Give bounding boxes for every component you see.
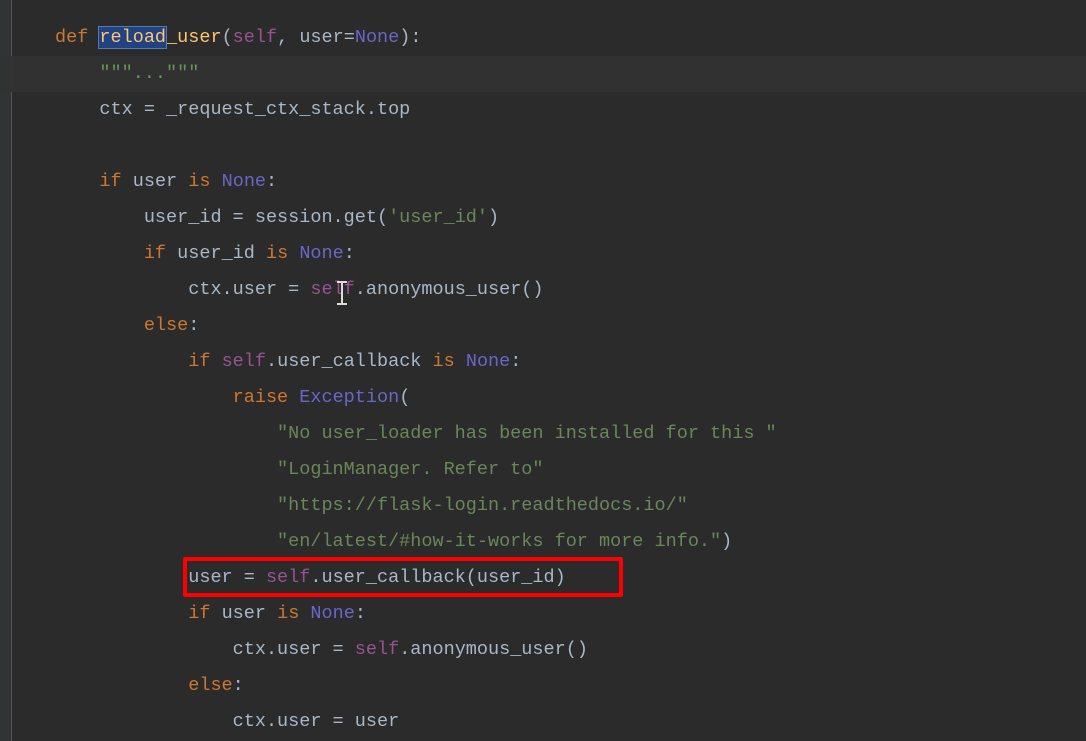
code-line[interactable]: user_id = session.get('user_id')	[0, 200, 1086, 236]
code-line[interactable]: def reload_user(self, user=None):	[0, 20, 1086, 56]
code-line-current[interactable]: """..."""	[0, 56, 1086, 92]
code-line[interactable]: else:	[0, 308, 1086, 344]
code-area[interactable]: def reload_user(self, user=None): """...…	[0, 20, 1086, 740]
function-name-selected[interactable]: reload	[99, 27, 166, 48]
code-line[interactable]: ctx.user = self.anonymous_user()	[0, 272, 1086, 308]
code-line[interactable]: ctx = _request_ctx_stack.top	[0, 92, 1086, 128]
code-line[interactable]: ctx.user = self.anonymous_user()	[0, 632, 1086, 668]
code-editor[interactable]: def reload_user(self, user=None): """...…	[0, 0, 1086, 741]
code-line[interactable]: if self.user_callback is None:	[0, 344, 1086, 380]
code-line[interactable]: user = self.user_callback(user_id)	[0, 560, 1086, 596]
keyword-def: def	[55, 27, 88, 48]
code-line[interactable]: raise Exception(	[0, 380, 1086, 416]
docstring: """..."""	[99, 63, 199, 84]
code-line[interactable]: "No user_loader has been installed for t…	[0, 416, 1086, 452]
code-line[interactable]: if user is None:	[0, 596, 1086, 632]
param-self: self	[233, 27, 277, 48]
code-line[interactable]: else:	[0, 668, 1086, 704]
code-line[interactable]: ctx.user = user	[0, 704, 1086, 740]
code-line[interactable]: if user_id is None:	[0, 236, 1086, 272]
code-line[interactable]: if user is None:	[0, 164, 1086, 200]
code-line[interactable]: "en/latest/#how-it-works for more info."…	[0, 524, 1086, 560]
function-name: _user	[166, 27, 222, 48]
code-line[interactable]: "LoginManager. Refer to"	[0, 452, 1086, 488]
code-line[interactable]	[0, 128, 1086, 164]
code-line[interactable]: "https://flask-login.readthedocs.io/"	[0, 488, 1086, 524]
none-literal: None	[355, 27, 399, 48]
